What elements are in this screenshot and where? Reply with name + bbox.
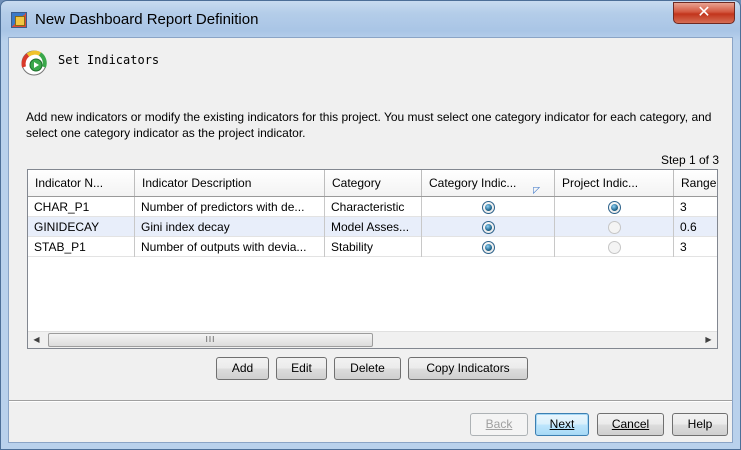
column-header-project-indicator[interactable]: Project Indic... — [555, 170, 674, 196]
cell-project-indicator — [555, 217, 674, 237]
close-button[interactable]: ✕ — [673, 2, 735, 24]
table-row[interactable]: STAB_P1 Number of outputs with devia... … — [28, 237, 717, 257]
step-title: Set Indicators — [58, 53, 160, 67]
step-indicator: Step 1 of 3 — [660, 153, 719, 167]
cell-category-indicator — [422, 197, 555, 217]
cell-indicator-description: Number of predictors with de... — [135, 197, 325, 217]
cell-category: Model Asses... — [325, 217, 422, 237]
cancel-button-label: Cancel — [611, 417, 650, 431]
table-header: Indicator N... Indicator Description Cat… — [28, 170, 717, 197]
scroll-right-arrow-icon[interactable]: ▶ — [700, 332, 717, 348]
cell-project-indicator — [555, 197, 674, 217]
footer-separator — [9, 400, 732, 402]
delete-button[interactable]: Delete — [334, 357, 401, 380]
dialog-window: New Dashboard Report Definition ✕ Set In… — [0, 0, 741, 450]
cell-range: 3 — [674, 197, 717, 217]
column-header-category-indicator[interactable]: Category Indic... ◸ — [422, 170, 555, 196]
column-header-category-indicator-label: Category Indic... — [429, 176, 517, 190]
column-header-indicator-description[interactable]: Indicator Description — [135, 170, 325, 196]
instructions-text: Add new indicators or modify the existin… — [26, 110, 712, 140]
cell-category: Stability — [325, 237, 422, 257]
add-button[interactable]: Add — [216, 357, 269, 380]
cell-category-indicator — [422, 217, 555, 237]
project-indicator-radio[interactable] — [607, 220, 621, 234]
column-header-range[interactable]: Range — [674, 170, 717, 196]
edit-button[interactable]: Edit — [276, 357, 327, 380]
cancel-button[interactable]: Cancel — [597, 413, 664, 436]
dashboard-app-icon — [11, 12, 27, 28]
copy-indicators-button[interactable]: Copy Indicators — [408, 357, 528, 380]
project-indicator-radio[interactable] — [607, 240, 621, 254]
column-header-indicator-name[interactable]: Indicator N... — [28, 170, 135, 196]
cell-project-indicator — [555, 237, 674, 257]
back-button[interactable]: Back — [470, 413, 528, 436]
cell-range: 0.6 — [674, 217, 717, 237]
back-button-label: Back — [485, 417, 513, 431]
cell-range: 3 — [674, 237, 717, 257]
cell-indicator-name: CHAR_P1 — [28, 197, 135, 217]
cell-indicator-name: GINIDECAY — [28, 217, 135, 237]
dialog-body: Set Indicators Add new indicators or mod… — [8, 37, 733, 443]
gauge-indicator-icon — [21, 50, 47, 76]
cell-indicator-description: Gini index decay — [135, 217, 325, 237]
title-bar[interactable]: New Dashboard Report Definition ✕ — [1, 1, 740, 37]
indicators-table[interactable]: Indicator N... Indicator Description Cat… — [27, 169, 718, 349]
category-indicator-radio[interactable] — [481, 240, 495, 254]
column-header-category[interactable]: Category — [325, 170, 422, 196]
next-button-label: Next — [549, 417, 575, 431]
help-button[interactable]: Help — [672, 413, 728, 436]
cell-indicator-description: Number of outputs with devia... — [135, 237, 325, 257]
table-row[interactable]: GINIDECAY Gini index decay Model Asses..… — [28, 217, 717, 237]
scroll-left-arrow-icon[interactable]: ◀ — [28, 332, 45, 348]
cell-category: Characteristic — [325, 197, 422, 217]
cell-category-indicator — [422, 237, 555, 257]
sort-indicator-icon: ◸ — [533, 185, 540, 195]
next-button[interactable]: Next — [535, 413, 589, 436]
window-title: New Dashboard Report Definition — [35, 11, 259, 28]
table-row[interactable]: CHAR_P1 Number of predictors with de... … — [28, 197, 717, 217]
category-indicator-radio[interactable] — [481, 220, 495, 234]
horizontal-scrollbar[interactable]: ◀ III ▶ — [28, 331, 717, 348]
project-indicator-radio[interactable] — [607, 200, 621, 214]
category-indicator-radio[interactable] — [481, 200, 495, 214]
cell-indicator-name: STAB_P1 — [28, 237, 135, 257]
scrollbar-thumb[interactable]: III — [48, 333, 373, 347]
